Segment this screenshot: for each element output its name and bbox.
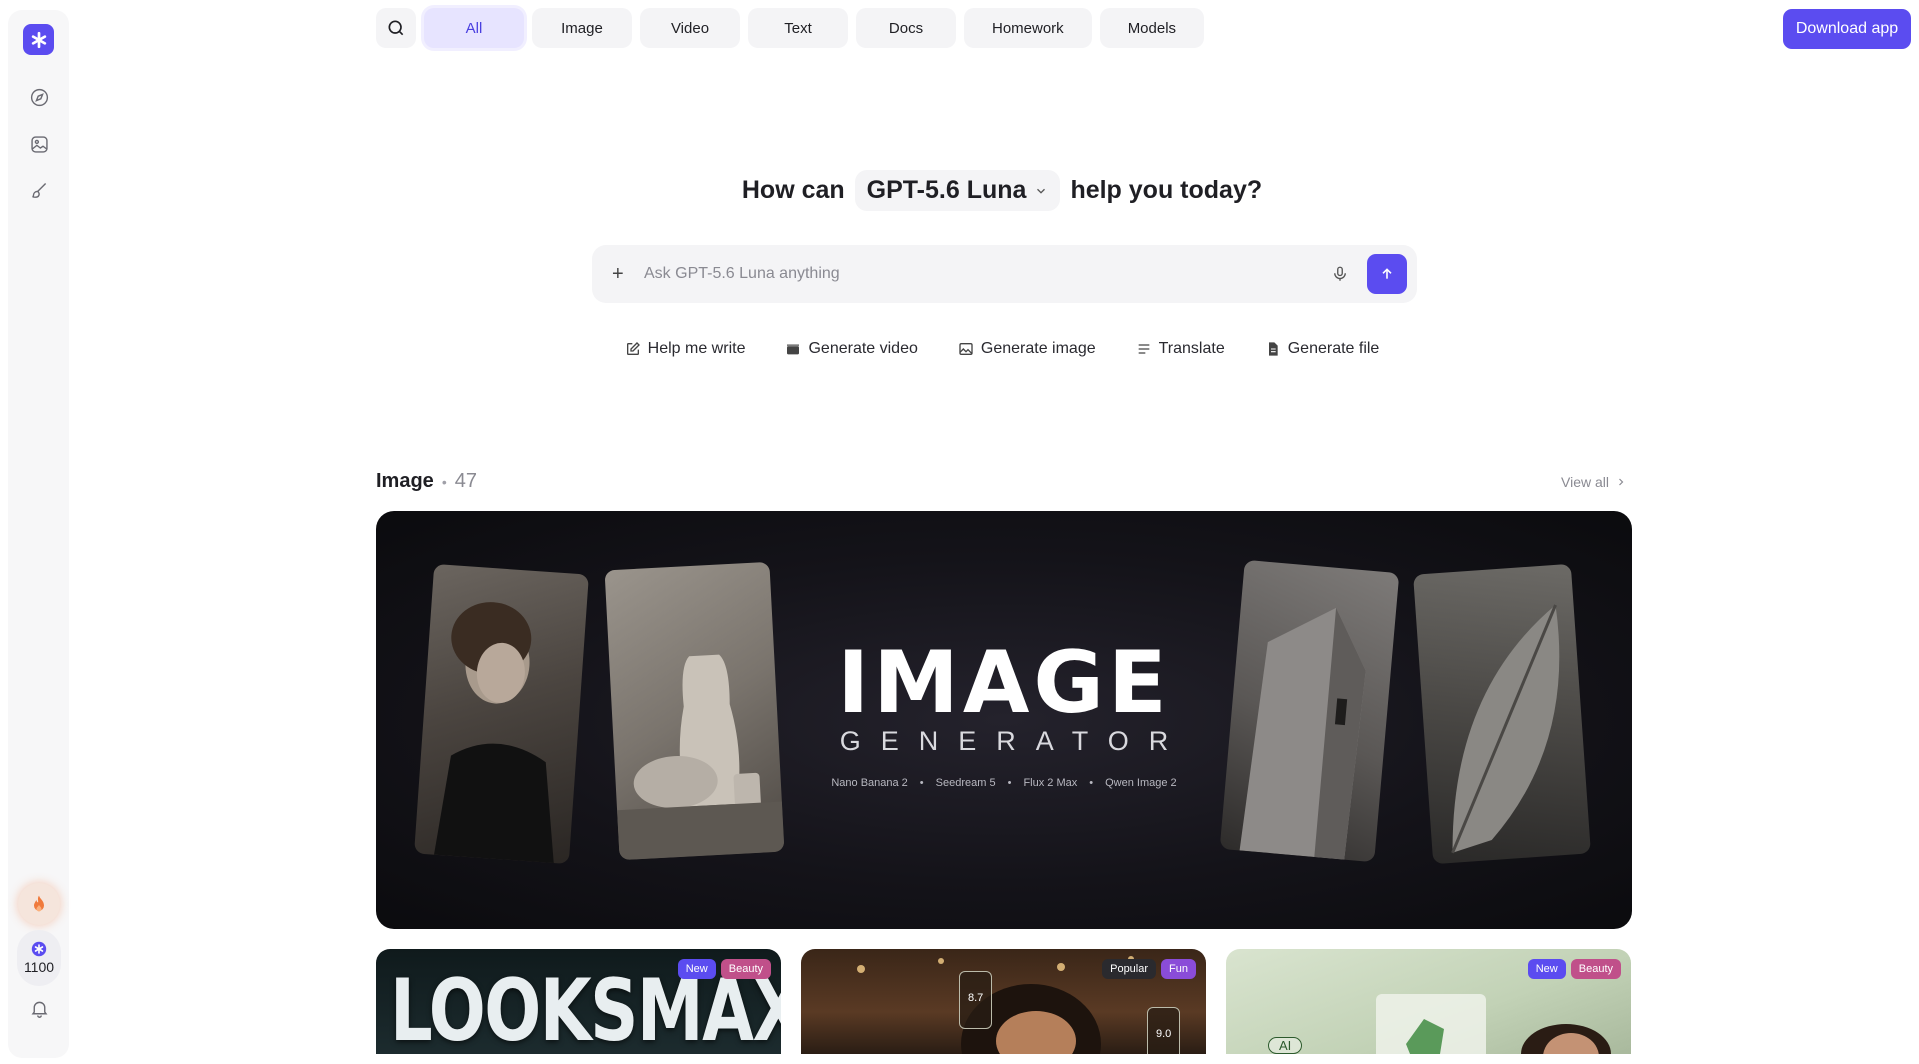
card-tags: Popular Fun bbox=[1102, 959, 1196, 979]
tag-badge: Beauty bbox=[720, 959, 771, 979]
app-logo[interactable] bbox=[23, 24, 54, 55]
card-tags: New Beauty bbox=[677, 959, 771, 979]
action-label: Translate bbox=[1158, 340, 1225, 357]
image-icon bbox=[959, 343, 973, 355]
separator-dot: • bbox=[919, 777, 924, 789]
generate-file-button[interactable]: Generate file bbox=[1265, 340, 1380, 358]
arrow-up-icon bbox=[1382, 268, 1392, 279]
chevron-down-icon bbox=[1037, 188, 1046, 194]
download-app-button[interactable]: Download app bbox=[1783, 9, 1911, 49]
model-name: GPT-5.6 Luna bbox=[866, 176, 1027, 204]
fire-icon bbox=[34, 895, 44, 912]
bell-icon bbox=[31, 1001, 47, 1018]
compass-icon bbox=[30, 88, 48, 106]
notifications-button[interactable] bbox=[23, 992, 55, 1024]
view-all-label: View all bbox=[1561, 473, 1609, 490]
banner-model: Qwen Image 2 bbox=[1105, 777, 1177, 789]
file-icon bbox=[1268, 342, 1278, 356]
section-count: 47 bbox=[454, 470, 477, 492]
generate-video-button[interactable]: Generate video bbox=[785, 340, 918, 358]
sidebar: 1100 bbox=[8, 10, 69, 1058]
tab-image[interactable]: Image bbox=[532, 8, 632, 48]
prompt-input[interactable] bbox=[644, 265, 1325, 283]
section-title: Image • 47 bbox=[376, 470, 477, 493]
gallery-button[interactable] bbox=[23, 128, 55, 160]
generate-image-button[interactable]: Generate image bbox=[958, 340, 1096, 358]
clapperboard-icon bbox=[787, 344, 800, 355]
banner-model: Seedream 5 bbox=[935, 777, 996, 789]
send-button[interactable] bbox=[1367, 254, 1407, 294]
asterisk-logo-icon bbox=[31, 31, 46, 48]
pencil-square-icon bbox=[626, 342, 640, 355]
image-section-header: Image • 47 View all bbox=[376, 470, 1632, 493]
microphone-icon bbox=[1334, 266, 1346, 281]
banner-model: Nano Banana 2 bbox=[831, 777, 908, 789]
category-nav: All Image Video Text Docs Homework Model… bbox=[376, 8, 1205, 48]
lines-icon bbox=[1138, 344, 1149, 354]
tag-badge: New bbox=[677, 959, 716, 979]
template-card[interactable]: AI New Beauty bbox=[1226, 949, 1631, 1054]
tab-homework[interactable]: Homework bbox=[964, 8, 1092, 48]
banner-title: IMAGE bbox=[837, 633, 1171, 733]
ai-badge: AI bbox=[1268, 1037, 1303, 1054]
action-label: Help me write bbox=[647, 340, 746, 357]
streak-button[interactable] bbox=[18, 883, 60, 925]
help-me-write-button[interactable]: Help me write bbox=[625, 340, 746, 358]
image-generator-banner[interactable]: IMAGE GENERATOR Nano Banana 2 • Seedream… bbox=[376, 511, 1632, 929]
hero-prefix: How can bbox=[741, 176, 845, 204]
prompt-composer: + bbox=[592, 245, 1417, 303]
template-card[interactable]: 8.7 9.0 Popular Fun bbox=[801, 949, 1206, 1054]
view-all-link[interactable]: View all bbox=[1561, 474, 1627, 490]
search-icon bbox=[388, 20, 404, 36]
tab-text[interactable]: Text bbox=[748, 8, 848, 48]
banner-subtitle: GENERATOR bbox=[839, 726, 1189, 756]
tab-docs[interactable]: Docs bbox=[856, 8, 956, 48]
tag-badge: Popular bbox=[1102, 959, 1157, 979]
translate-button[interactable]: Translate bbox=[1136, 340, 1225, 358]
tag-badge: Beauty bbox=[1570, 959, 1621, 979]
hero-suffix: help you today? bbox=[1070, 176, 1263, 204]
credits-counter[interactable]: 1100 bbox=[17, 930, 61, 986]
tab-all[interactable]: All bbox=[424, 8, 524, 48]
action-label: Generate file bbox=[1287, 340, 1380, 357]
attach-plus-icon[interactable]: + bbox=[612, 263, 636, 286]
banner-model: Flux 2 Max bbox=[1023, 777, 1078, 789]
score-card: 8.7 bbox=[959, 971, 993, 1029]
tag-badge: Fun bbox=[1161, 959, 1196, 979]
action-label: Generate video bbox=[808, 340, 918, 357]
quick-actions: Help me write Generate video Generate im… bbox=[0, 340, 1919, 358]
separator-dot: • bbox=[1089, 777, 1094, 789]
image-gallery-icon bbox=[30, 135, 48, 153]
separator-dot: • bbox=[441, 473, 447, 490]
credits-value: 1100 bbox=[23, 959, 55, 975]
explore-button[interactable] bbox=[23, 81, 55, 113]
separator-dot: • bbox=[1007, 777, 1012, 789]
action-label: Generate image bbox=[980, 340, 1096, 357]
banner-model-list: Nano Banana 2 • Seedream 5 • Flux 2 Max … bbox=[376, 777, 1632, 789]
score-card: 9.0 bbox=[1147, 1007, 1181, 1054]
model-selector[interactable]: GPT-5.6 Luna bbox=[854, 170, 1061, 211]
tag-badge: New bbox=[1527, 959, 1566, 979]
tab-models[interactable]: Models bbox=[1099, 8, 1205, 48]
search-button[interactable] bbox=[376, 8, 416, 48]
voice-input-button[interactable] bbox=[1325, 259, 1355, 289]
section-name: Image bbox=[376, 470, 434, 492]
tab-video[interactable]: Video bbox=[640, 8, 740, 48]
card-tags: New Beauty bbox=[1527, 959, 1621, 979]
template-card[interactable]: LOOKSMAX New Beauty bbox=[376, 949, 781, 1054]
chevron-right-icon bbox=[1619, 478, 1624, 485]
hero-heading: How can GPT-5.6 Luna help you today? bbox=[0, 170, 1919, 211]
credits-icon bbox=[31, 941, 47, 957]
